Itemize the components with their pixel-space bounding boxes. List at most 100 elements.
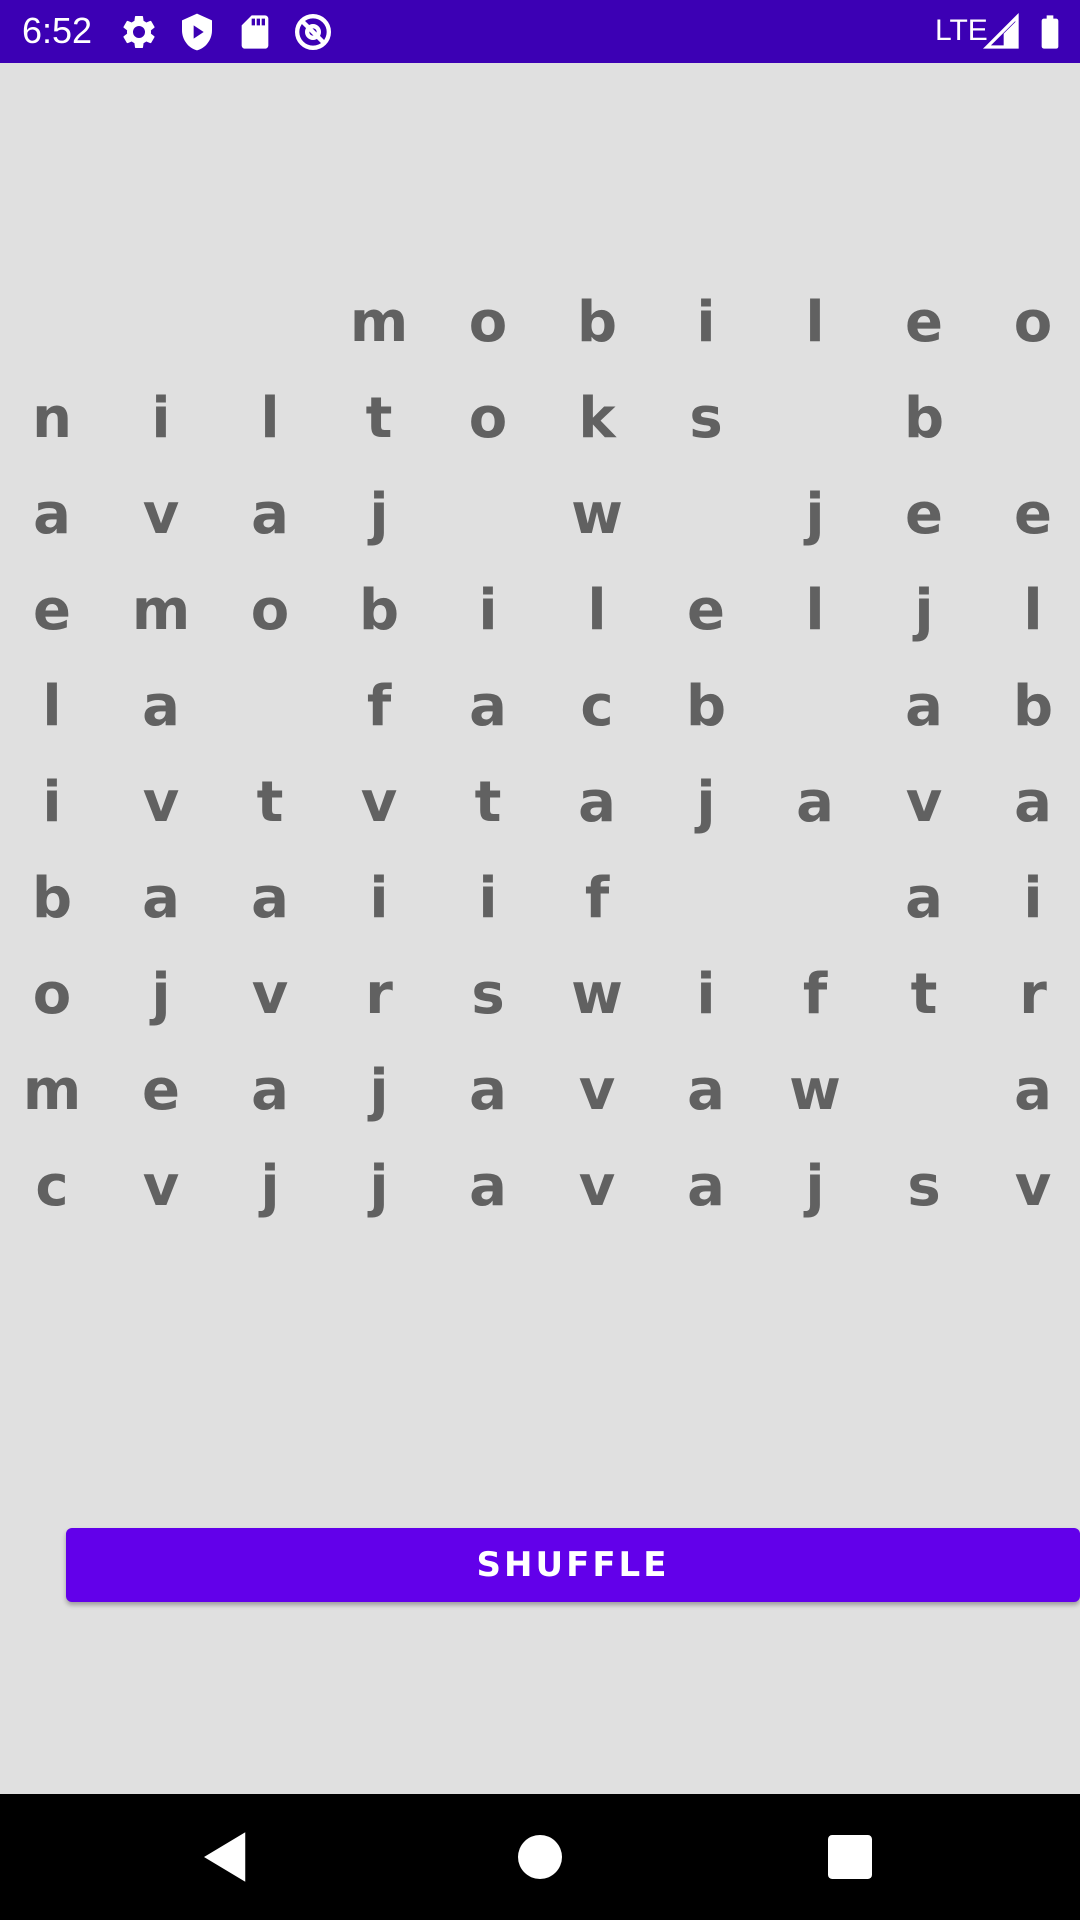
letter-cell[interactable]: w <box>543 467 652 563</box>
letter-cell[interactable]: j <box>652 755 761 851</box>
letter-cell[interactable]: f <box>325 659 434 755</box>
letter-cell[interactable]: l <box>761 563 870 659</box>
letter-cell[interactable]: a <box>652 1139 761 1235</box>
letter-cell[interactable]: a <box>543 755 652 851</box>
letter-cell[interactable] <box>0 275 107 371</box>
letter-cell[interactable]: m <box>107 563 216 659</box>
letter-cell[interactable]: l <box>761 275 870 371</box>
letter-cell[interactable]: i <box>652 947 761 1043</box>
letter-cell[interactable]: e <box>0 563 107 659</box>
letter-cell[interactable]: v <box>543 1043 652 1139</box>
letter-cell[interactable]: s <box>434 947 543 1043</box>
letter-cell[interactable]: r <box>325 947 434 1043</box>
letter-cell[interactable]: b <box>543 275 652 371</box>
letter-cell[interactable]: o <box>216 563 325 659</box>
letter-cell[interactable]: j <box>761 1139 870 1235</box>
letter-cell[interactable]: j <box>325 467 434 563</box>
letter-cell[interactable]: a <box>434 1139 543 1235</box>
letter-cell[interactable] <box>216 659 325 755</box>
letter-cell[interactable]: l <box>543 563 652 659</box>
letter-cell[interactable]: o <box>434 275 543 371</box>
letter-cell[interactable]: i <box>325 851 434 947</box>
letter-cell[interactable]: a <box>979 755 1080 851</box>
letter-cell[interactable]: c <box>0 1139 107 1235</box>
letter-cell[interactable]: a <box>761 755 870 851</box>
letter-cell[interactable]: b <box>870 371 979 467</box>
letter-cell[interactable]: t <box>870 947 979 1043</box>
letter-cell[interactable]: e <box>652 563 761 659</box>
letter-cell[interactable]: o <box>0 947 107 1043</box>
letter-cell[interactable] <box>761 371 870 467</box>
letter-cell[interactable]: e <box>107 1043 216 1139</box>
letter-cell[interactable]: a <box>216 851 325 947</box>
letter-cell[interactable]: i <box>979 851 1080 947</box>
letter-cell[interactable]: i <box>652 275 761 371</box>
letter-cell[interactable]: f <box>543 851 652 947</box>
letter-cell[interactable] <box>652 851 761 947</box>
letter-cell[interactable]: s <box>870 1139 979 1235</box>
letter-cell[interactable]: a <box>107 659 216 755</box>
letter-cell[interactable]: j <box>107 947 216 1043</box>
letter-cell[interactable]: v <box>543 1139 652 1235</box>
letter-cell[interactable]: a <box>216 1043 325 1139</box>
letter-cell[interactable]: v <box>870 755 979 851</box>
letter-cell[interactable]: j <box>216 1139 325 1235</box>
letter-cell[interactable] <box>979 371 1080 467</box>
letter-cell[interactable]: o <box>979 275 1080 371</box>
letter-cell[interactable]: b <box>652 659 761 755</box>
letter-cell[interactable]: j <box>325 1043 434 1139</box>
letter-cell[interactable] <box>107 275 216 371</box>
letter-cell[interactable] <box>434 467 543 563</box>
letter-cell[interactable] <box>761 659 870 755</box>
letter-cell[interactable]: j <box>870 563 979 659</box>
letter-cell[interactable] <box>870 1043 979 1139</box>
letter-cell[interactable]: f <box>761 947 870 1043</box>
letter-cell[interactable]: j <box>761 467 870 563</box>
letter-cell[interactable] <box>216 275 325 371</box>
letter-cell[interactable] <box>761 851 870 947</box>
letter-cell[interactable]: t <box>216 755 325 851</box>
letter-cell[interactable]: v <box>107 755 216 851</box>
letter-cell[interactable]: b <box>979 659 1080 755</box>
letter-cell[interactable]: v <box>979 1139 1080 1235</box>
letter-cell[interactable]: o <box>434 371 543 467</box>
letter-cell[interactable]: a <box>216 467 325 563</box>
recents-icon[interactable] <box>817 1824 883 1890</box>
letter-cell[interactable]: t <box>434 755 543 851</box>
letter-cell[interactable]: a <box>107 851 216 947</box>
letter-cell[interactable]: w <box>543 947 652 1043</box>
letter-cell[interactable]: i <box>107 371 216 467</box>
shuffle-button[interactable]: SHUFFLE <box>66 1528 1080 1602</box>
letter-cell[interactable]: a <box>434 1043 543 1139</box>
letter-cell[interactable] <box>652 467 761 563</box>
letter-cell[interactable]: b <box>325 563 434 659</box>
letter-cell[interactable]: i <box>0 755 107 851</box>
letter-cell[interactable]: a <box>0 467 107 563</box>
letter-cell[interactable]: e <box>870 275 979 371</box>
letter-cell[interactable]: c <box>543 659 652 755</box>
letter-cell[interactable]: r <box>979 947 1080 1043</box>
letter-cell[interactable]: a <box>434 659 543 755</box>
back-icon[interactable] <box>193 1824 259 1890</box>
letter-cell[interactable]: k <box>543 371 652 467</box>
letter-cell[interactable]: v <box>107 1139 216 1235</box>
letter-cell[interactable]: i <box>434 851 543 947</box>
letter-cell[interactable]: l <box>979 563 1080 659</box>
home-icon[interactable] <box>507 1824 573 1890</box>
letter-cell[interactable]: a <box>870 851 979 947</box>
letter-cell[interactable]: l <box>0 659 107 755</box>
letter-cell[interactable]: b <box>0 851 107 947</box>
letter-cell[interactable]: e <box>870 467 979 563</box>
letter-cell[interactable]: m <box>0 1043 107 1139</box>
letter-cell[interactable]: v <box>216 947 325 1043</box>
letter-cell[interactable]: i <box>434 563 543 659</box>
letter-cell[interactable]: a <box>979 1043 1080 1139</box>
letter-cell[interactable]: v <box>325 755 434 851</box>
letter-cell[interactable]: m <box>325 275 434 371</box>
letter-cell[interactable]: l <box>216 371 325 467</box>
letter-cell[interactable]: v <box>107 467 216 563</box>
letter-cell[interactable]: a <box>652 1043 761 1139</box>
letter-cell[interactable]: a <box>870 659 979 755</box>
letter-cell[interactable]: n <box>0 371 107 467</box>
letter-cell[interactable]: w <box>761 1043 870 1139</box>
